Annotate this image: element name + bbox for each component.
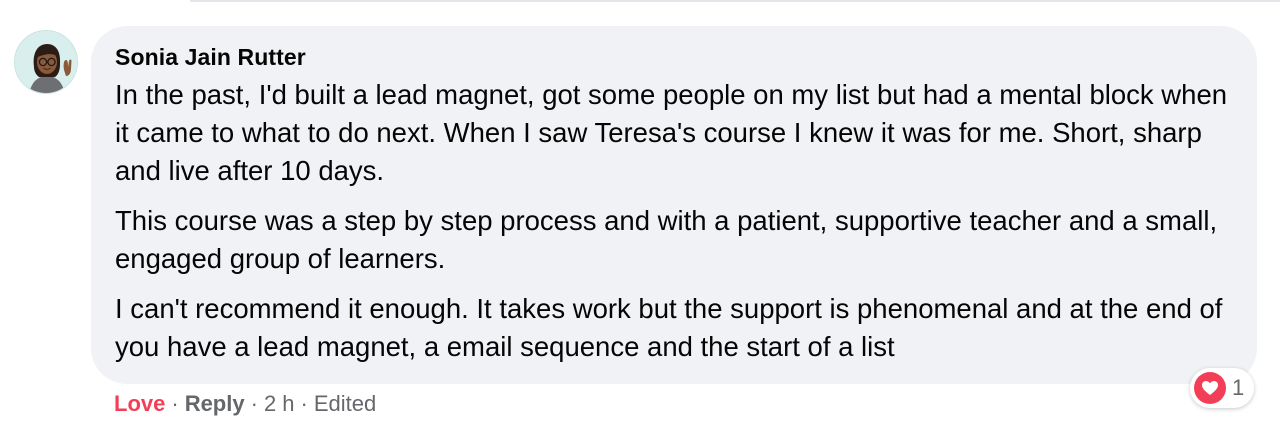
comment-paragraph-2: This course was a step by step process a… — [115, 205, 1218, 274]
separator: · — [300, 391, 308, 416]
reaction-count: 1 — [1232, 375, 1245, 400]
reply-button[interactable]: Reply — [185, 389, 245, 419]
memoji-avatar-icon — [15, 31, 77, 93]
comment-actions: Love · Reply · 2 h · Edited — [114, 389, 376, 419]
comment-paragraph-1: In the past, I'd built a lead magnet, go… — [115, 79, 1228, 186]
comment-timestamp[interactable]: 2 h — [264, 389, 295, 419]
comment-bubble: Sonia Jain Rutter In the past, I'd built… — [91, 26, 1257, 384]
avatar[interactable] — [14, 30, 78, 94]
reaction-summary[interactable]: 1 — [1190, 368, 1255, 408]
comment-thread: Sonia Jain Rutter In the past, I'd built… — [0, 0, 1280, 426]
heart-icon — [1194, 372, 1226, 404]
love-button[interactable]: Love — [114, 389, 165, 419]
separator: · — [171, 391, 179, 416]
edited-label[interactable]: Edited — [314, 389, 376, 419]
divider — [190, 0, 1280, 2]
comment-author[interactable]: Sonia Jain Rutter — [115, 42, 1233, 72]
separator: · — [250, 391, 258, 416]
comment-paragraph-3: I can't recommend it enough. It takes wo… — [115, 293, 1223, 362]
